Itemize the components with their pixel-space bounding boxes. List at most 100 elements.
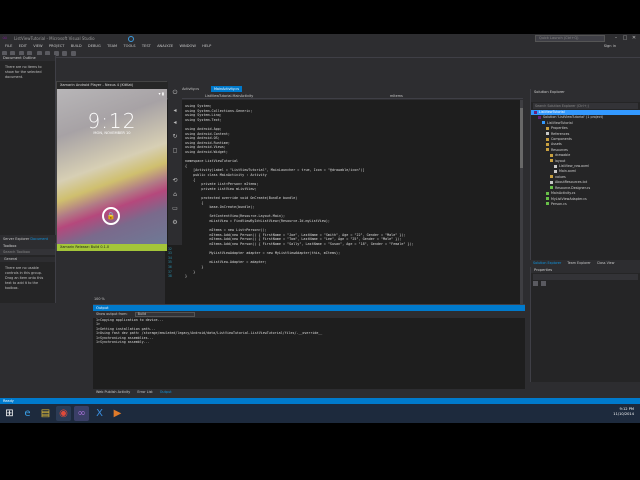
- code-line: mItems.Add(new Person() { FirstName = "T…: [185, 237, 402, 242]
- editor-scrollbar[interactable]: [520, 100, 523, 328]
- menu-tools[interactable]: TOOLS: [123, 43, 135, 50]
- close-button[interactable]: ✕: [630, 35, 638, 42]
- tab-output[interactable]: Output: [160, 390, 172, 394]
- minimize-button[interactable]: –: [612, 35, 620, 42]
- line-number: 34: [168, 255, 172, 260]
- redo-icon[interactable]: [61, 51, 67, 56]
- volume-up-icon[interactable]: ◂: [171, 107, 179, 115]
- menu-project[interactable]: PROJECT: [49, 43, 65, 50]
- volume-down-icon[interactable]: ◂: [171, 119, 179, 127]
- tab-web-publish[interactable]: Web Publish Activity: [96, 390, 130, 394]
- tree-item-label: MyListViewAdapter.cs: [551, 196, 587, 201]
- letterbox-bottom: [0, 423, 640, 480]
- tab-class-view[interactable]: Class View: [597, 261, 615, 265]
- properties-object-select[interactable]: [533, 274, 638, 280]
- taskbar-clock[interactable]: 9:12 PM 11/10/2014: [613, 407, 634, 417]
- rotate-icon[interactable]: ↻: [171, 133, 179, 141]
- main-toolbar: [0, 50, 640, 58]
- explorer-icon[interactable]: ▤: [38, 406, 53, 421]
- xamarin-icon[interactable]: X: [92, 406, 107, 421]
- menu-edit[interactable]: EDIT: [19, 43, 27, 50]
- menu-file[interactable]: FILE: [5, 43, 12, 50]
- lockscreen-time: 9:12: [87, 109, 137, 133]
- toolbox-search[interactable]: Search Toolbox: [0, 249, 55, 255]
- code-line: using System.Linq;: [185, 113, 222, 118]
- lock-icon[interactable]: 🔒: [102, 207, 120, 225]
- tree-item-label: Components: [551, 137, 572, 142]
- menu-test[interactable]: TEST: [142, 43, 151, 50]
- back-icon[interactable]: ⟲: [171, 177, 179, 185]
- tab-team-explorer[interactable]: Team Explorer: [567, 261, 591, 265]
- emulator-title: Xamarin Android Player - Nexus 4 (KitKat…: [57, 82, 168, 89]
- menu-view[interactable]: VIEW: [33, 43, 42, 50]
- tab-mainactivity[interactable]: MainActivity.cs: [211, 86, 242, 92]
- home-icon[interactable]: ⌂: [171, 191, 179, 199]
- tree-item-label: AboutResources.txt: [555, 180, 588, 185]
- emulator-sidebar: ⏻ ◂ ◂ ↻ ◻ ⟲ ⌂ ▭ ⚙: [168, 85, 182, 245]
- editor-navigation-bar: ListViewTutorial.MainActivity mItems: [165, 93, 523, 99]
- menu-team[interactable]: TEAM: [107, 43, 117, 50]
- solution-tree: ListViewTutorial Solution 'ListViewTutori…: [531, 110, 640, 207]
- type-dropdown[interactable]: ListViewTutorial.MainActivity: [205, 94, 253, 98]
- output-text: 1>Copying application to device... 1> 1>Ge…: [93, 318, 525, 344]
- file-icon: [550, 159, 553, 163]
- code-line: namespace ListViewTutorial: [185, 159, 239, 164]
- tree-item[interactable]: Person.cs: [531, 202, 640, 207]
- code-line: base.OnCreate(bundle);: [185, 205, 255, 210]
- member-dropdown[interactable]: mItems: [390, 93, 403, 99]
- menu-debug[interactable]: DEBUG: [88, 43, 101, 50]
- menu-build[interactable]: BUILD: [71, 43, 82, 50]
- sign-in-link[interactable]: Sign in: [604, 43, 616, 50]
- menu-help[interactable]: HELP: [202, 43, 211, 50]
- code-line: using Android.Content;: [185, 131, 230, 136]
- screenshot-icon[interactable]: ◻: [171, 147, 179, 155]
- chrome-icon[interactable]: ◉: [56, 406, 71, 421]
- properties-toolbar: [533, 281, 638, 287]
- menu-analyze[interactable]: ANALYZE: [157, 43, 173, 50]
- scrollbar-thumb[interactable]: [520, 108, 523, 168]
- power-icon[interactable]: ⏻: [171, 89, 179, 97]
- left-panel-tabs: Server Explorer Document Outline: [0, 236, 56, 247]
- letterbox-top: [0, 0, 640, 34]
- tab-server-explorer[interactable]: Server Explorer: [3, 237, 29, 241]
- emulator-screen[interactable]: ▾ ▮ 9:12 MON, NOVEMBER 10 🔒: [57, 89, 167, 244]
- menu-window[interactable]: WINDOW: [179, 43, 195, 50]
- file-icon: [546, 197, 549, 200]
- file-icon: [534, 110, 537, 114]
- output-toolbar: Show output from: Build: [93, 311, 525, 318]
- file-icon: [550, 153, 553, 157]
- document-outline-message: There are no items to show for the selec…: [5, 65, 42, 79]
- tab-solution-explorer[interactable]: Solution Explorer: [533, 261, 561, 265]
- tree-item-label: Assets: [551, 142, 562, 147]
- file-icon: [546, 148, 549, 152]
- notification-icon[interactable]: [128, 36, 134, 42]
- alphabetical-icon[interactable]: [541, 281, 547, 286]
- zoom-level[interactable]: 100 %: [94, 297, 105, 301]
- windows-start-icon[interactable]: ⊞: [2, 406, 17, 421]
- ie-icon[interactable]: e: [20, 406, 35, 421]
- tab-error-list[interactable]: Error List: [137, 390, 152, 394]
- output-source-select[interactable]: Build: [134, 311, 195, 317]
- file-icon: [550, 175, 553, 179]
- quick-launch-input[interactable]: Quick Launch (Ctrl+Q): [535, 35, 605, 42]
- recents-icon[interactable]: ▭: [171, 205, 179, 213]
- file-icon: [546, 191, 549, 195]
- solution-explorer-search[interactable]: Search Solution Explorer (Ctrl+;): [533, 103, 638, 109]
- visual-studio-icon[interactable]: ∞: [74, 406, 89, 421]
- code-line: {: [185, 200, 204, 205]
- code-line: mListView.Adapter = adapter;: [185, 260, 267, 265]
- categorized-icon[interactable]: [533, 281, 538, 286]
- file-icon: [542, 121, 545, 125]
- editor-tabs: MainActivity.cs MainActivity.cs: [165, 86, 523, 92]
- show-output-label: Show output from:: [96, 312, 128, 316]
- media-icon[interactable]: ▶: [110, 406, 125, 421]
- file-icon: [546, 202, 549, 206]
- toolbox-message: There are no usable controls in this gro…: [5, 266, 44, 290]
- settings-icon[interactable]: ⚙: [171, 219, 179, 227]
- maximize-button[interactable]: □: [621, 35, 629, 42]
- tree-item-label: ListViewTutorial: [547, 120, 573, 125]
- tree-item-label: drawable: [555, 153, 571, 158]
- code-line: SetContentView(Resource.Layout.Main);: [185, 214, 286, 219]
- code-line: {: [185, 177, 196, 182]
- start-debug-icon[interactable]: [71, 51, 77, 56]
